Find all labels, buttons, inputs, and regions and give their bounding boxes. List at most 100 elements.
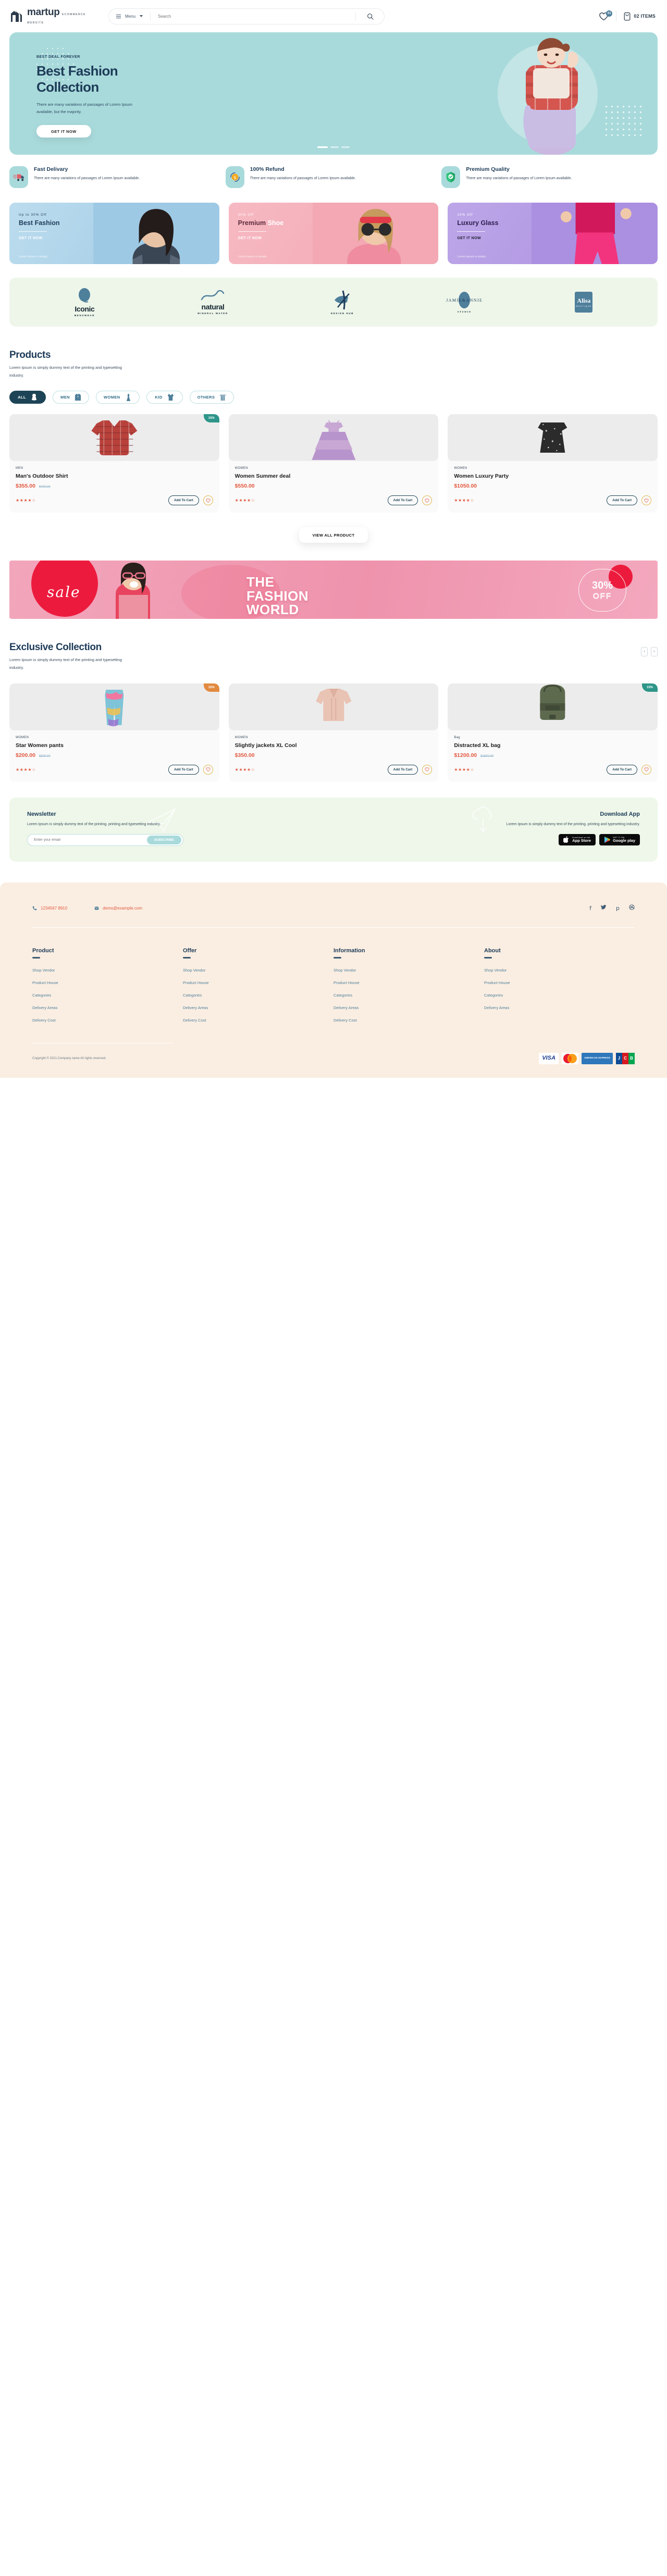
footer-link[interactable]: Delivery Areas [484,1005,635,1010]
add-to-cart-button[interactable]: Add To Cart [168,495,199,506]
brand-logo-iconic[interactable]: Iconic MENSWEAR [75,288,95,317]
footer-link[interactable]: Delivery Cost [183,1018,334,1023]
site-header: martup ECOMMERCE WEBSITE Menu 01 02 ITEM… [0,0,667,32]
promo-note: Lorem Ipsum is simply. [457,255,487,258]
footer-link[interactable]: Delivery Areas [32,1005,183,1010]
product-card[interactable]: 10% WOMEN Star Women pants $200.00 $300.… [9,683,219,782]
footer-phone[interactable]: 1234567 8910 [32,906,67,911]
iconic-mark-icon [79,288,91,303]
footer-column-title: Product [32,948,54,954]
view-all-products-button[interactable]: VIEW ALL PRODUCT [299,527,368,543]
product-grid: 15% MEN Man's Outdoor Shirt $355.00 $400… [9,414,658,513]
search-input[interactable] [151,14,355,19]
promo-card-premium-shoe[interactable]: 30% Off Premium Shoe GET IT NOW Lorem Ip… [228,203,439,264]
footer-link[interactable]: Delivery Areas [183,1005,334,1010]
promo-cta[interactable]: GET IT NOW [238,237,439,240]
products-subtitle: Lorem Ipsum is simply dummy text of the … [9,365,122,378]
hero-carousel-dots[interactable] [317,146,350,148]
products-heading: Products [9,350,51,360]
product-price: $355.00 [16,483,35,490]
wishlist-toggle[interactable] [641,495,652,506]
dribbble-icon[interactable] [629,904,635,912]
wishlist-button[interactable]: 01 [599,10,613,21]
footer-link[interactable]: Shop Vendor [32,968,183,973]
payment-methods: VISA AMERICAN EXPRESS JCB [539,1052,635,1064]
tab-all[interactable]: ALL [9,391,46,404]
carousel-dot-2[interactable] [330,146,339,148]
heart-icon [425,499,429,503]
brand-logo-design-hub[interactable]: DESIGN HUB [331,290,354,315]
wishlist-toggle[interactable] [422,764,433,775]
add-to-cart-button[interactable]: Add To Cart [607,764,638,775]
add-to-cart-button[interactable]: Add To Cart [607,495,638,506]
carousel-next-button[interactable]: › [651,647,658,657]
promo-card-best-fashion[interactable]: Up to 30% Off Best Fashion GET IT NOW Lo… [9,203,219,264]
app-store-big-label: App Store [572,838,591,843]
tab-others[interactable]: OTHERS [189,391,234,404]
product-card[interactable]: WOMEN Women Summer deal $550.00 ★★★★☆ Ad… [228,414,439,513]
product-card[interactable]: 15% MEN Man's Outdoor Shirt $355.00 $400… [9,414,219,513]
pinterest-icon[interactable]: p [616,905,620,912]
wishlist-toggle[interactable] [203,764,213,775]
footer-link[interactable]: Shop Vendor [484,968,635,973]
footer-link[interactable]: Delivery Cost [334,1018,484,1023]
product-price: $200.00 [16,752,35,758]
sale-percent: 30% [591,579,613,591]
brand-logo-alisa[interactable]: Alisa BOUTIQUE [575,292,593,313]
product-card[interactable]: WOMEN Women Luxury Party $1050.00 ★★★★☆ … [448,414,658,513]
footer-link[interactable]: Categories [183,993,334,998]
hero-cta-button[interactable]: GET IT NOW [36,125,91,138]
footer-link[interactable]: Categories [484,993,635,998]
brand-logo-jamie-annie[interactable]: JAMIE&ANNIE STUDIO [446,291,482,313]
tab-women[interactable]: WOMEN [96,391,140,404]
add-to-cart-button[interactable]: Add To Cart [387,495,418,506]
sale-model-image [116,563,150,619]
footer-link[interactable]: Product House [183,980,334,985]
site-logo[interactable]: martup ECOMMERCE WEBSITE [9,7,98,26]
wishlist-toggle[interactable] [641,764,652,775]
footer-link[interactable]: Product House [484,980,635,985]
wishlist-toggle[interactable] [422,495,433,506]
footer-email[interactable]: demo@example.com [94,906,142,911]
product-card[interactable]: WOMEN Slightly jackets XL Cool $350.00 ★… [228,683,439,782]
tab-men[interactable]: MEN [53,391,89,404]
footer-link[interactable]: Product House [334,980,484,985]
product-card[interactable]: 15% Bag Distracted XL bag $1200.00 $1500… [448,683,658,782]
footer-link[interactable]: Product House [32,980,183,985]
app-store-button[interactable]: Download on the App Store [559,834,596,846]
google-play-button[interactable]: GET IT ON Google play [599,834,640,846]
menu-dropdown[interactable]: Menu [109,9,150,24]
footer-link[interactable]: Delivery Areas [334,1005,484,1010]
footer-link[interactable]: Delivery Cost [32,1018,183,1023]
sale-banner[interactable]: sale THE FASHION WORLD 30% OFF [9,561,658,619]
tab-kid[interactable]: KID [146,391,183,404]
newsletter-email-input[interactable] [34,838,147,842]
add-to-cart-button[interactable]: Add To Cart [168,764,199,775]
wishlist-toggle[interactable] [203,495,213,506]
hero-description: There are many variations of passages of… [36,102,132,115]
footer-link[interactable]: Shop Vendor [183,968,334,973]
divider [238,231,266,232]
carousel-dot-1[interactable] [317,146,328,148]
carousel-dot-3[interactable] [341,146,350,148]
brand-logo-natural[interactable]: natural MINERAL WATER [197,290,228,315]
product-category: MEN [16,467,23,470]
copyright-text: Copyright © 2021.Company name All rights… [32,1056,106,1060]
tab-label: OTHERS [197,395,215,400]
facebook-icon[interactable]: f [589,905,591,912]
cart-button[interactable]: 02 ITEMS [624,11,656,21]
promo-cta[interactable]: GET IT NOW [457,237,658,240]
footer-link[interactable]: Shop Vendor [334,968,484,973]
promo-cta[interactable]: GET IT NOW [19,237,219,240]
twitter-icon[interactable] [601,904,607,912]
discount-badge: 10% [203,683,219,692]
search-icon [367,13,374,20]
add-to-cart-button[interactable]: Add To Cart [387,764,418,775]
footer-link[interactable]: Categories [334,993,484,998]
discount-badge: 15% [642,683,658,692]
promo-card-luxury-glass[interactable]: 10% Off Luxury Glass GET IT NOW Lorem Ip… [448,203,658,264]
footer-link[interactable]: Categories [32,993,183,998]
carousel-prev-button[interactable]: ‹ [641,647,648,657]
search-button[interactable] [356,9,384,24]
subscribe-button[interactable]: SUBSCRIBE [146,836,181,845]
